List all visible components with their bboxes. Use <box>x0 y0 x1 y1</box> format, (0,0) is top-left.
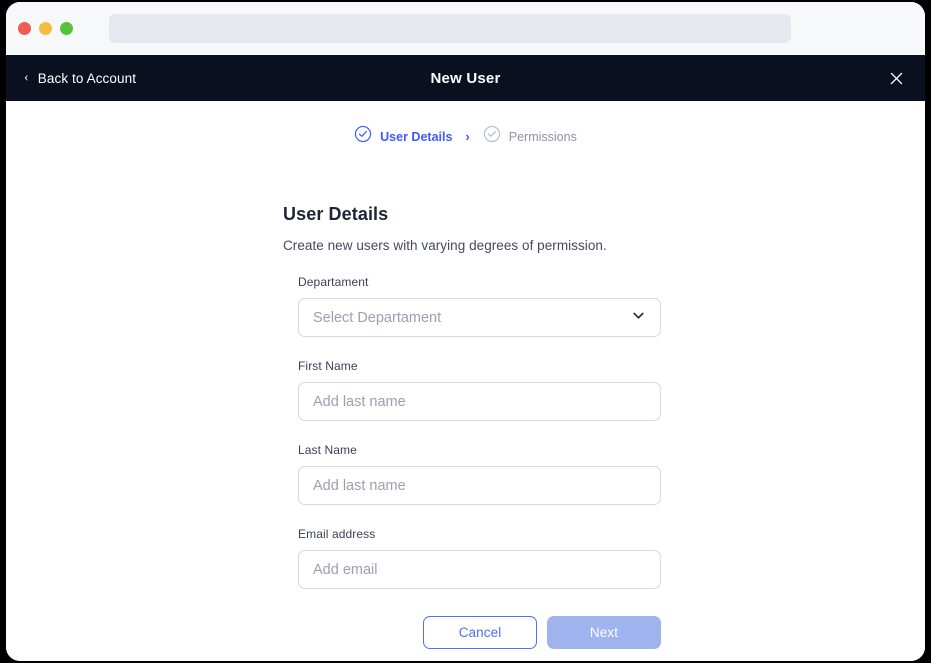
back-to-account-button[interactable]: ‹ Back to Account <box>24 71 136 86</box>
modal-body: User Details › Permissions User Details … <box>6 101 925 661</box>
last-name-field[interactable] <box>298 466 661 505</box>
first-name-field[interactable] <box>298 382 661 421</box>
step-permissions[interactable]: Permissions <box>483 125 577 148</box>
browser-window: ‹ Back to Account New User User Details <box>6 2 925 661</box>
browser-chrome <box>6 2 925 55</box>
departament-select[interactable]: Select Departament <box>298 298 661 337</box>
page-title: New User <box>430 69 501 87</box>
chevron-left-icon: ‹ <box>24 70 29 85</box>
first-name-input[interactable] <box>313 383 646 420</box>
email-input[interactable] <box>313 551 646 588</box>
maximize-light[interactable] <box>60 22 73 35</box>
field-departament: Departament Select Departament <box>283 275 661 337</box>
next-button[interactable]: Next <box>547 616 661 649</box>
cancel-button[interactable]: Cancel <box>423 616 537 649</box>
check-circle-icon <box>354 125 372 148</box>
back-to-account-label: Back to Account <box>37 70 137 86</box>
user-details-form: User Details Create new users with varyi… <box>283 148 661 649</box>
field-last-name: Last Name <box>283 443 661 505</box>
stepper: User Details › Permissions <box>6 101 925 148</box>
step-user-details[interactable]: User Details <box>354 125 452 148</box>
departament-select-value: Select Departament <box>313 309 442 326</box>
step-user-details-label: User Details <box>380 129 453 144</box>
close-icon[interactable] <box>885 67 907 89</box>
check-circle-icon <box>483 125 501 148</box>
chevron-down-icon <box>631 308 646 327</box>
section-title: User Details <box>283 204 389 224</box>
field-email: Email address <box>283 527 661 589</box>
email-label: Email address <box>298 527 376 541</box>
stepper-separator-icon: › <box>465 129 470 144</box>
address-bar[interactable] <box>109 14 791 43</box>
traffic-lights <box>18 22 73 35</box>
section-subtitle: Create new users with varying degrees of… <box>283 238 607 253</box>
field-first-name: First Name <box>283 359 661 421</box>
email-field[interactable] <box>298 550 661 589</box>
modal-header: ‹ Back to Account New User <box>6 55 925 101</box>
first-name-label: First Name <box>298 359 358 373</box>
last-name-input[interactable] <box>313 467 646 504</box>
close-light[interactable] <box>18 22 31 35</box>
form-actions: Cancel Next <box>283 616 661 649</box>
last-name-label: Last Name <box>298 443 357 457</box>
departament-label: Departament <box>298 275 369 289</box>
minimize-light[interactable] <box>39 22 52 35</box>
step-permissions-label: Permissions <box>508 129 577 144</box>
